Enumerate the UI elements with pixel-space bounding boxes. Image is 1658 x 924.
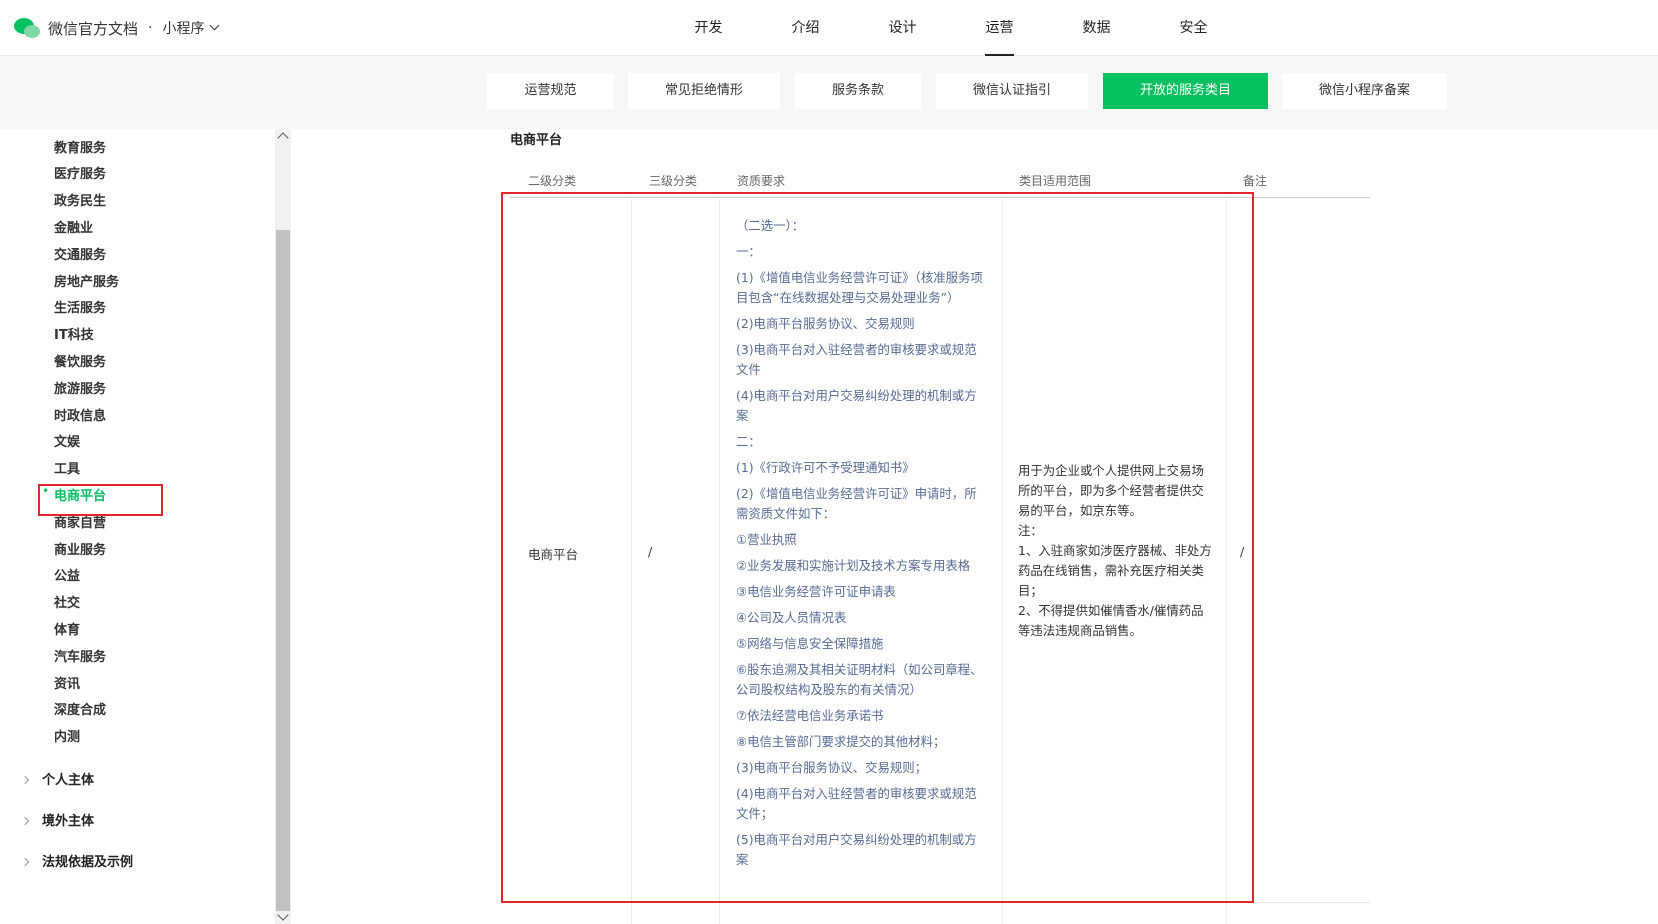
wechat-logo-icon [14,16,42,40]
active-item-highlight [38,484,163,516]
sidebar: 教育服务 医疗服务 政务民生 金融业 交通服务 房地产服务 生活服务 IT科技 … [0,129,275,924]
scroll-thumb[interactable] [276,230,290,911]
sidebar-item-tools[interactable]: 工具 [54,458,80,477]
sidebar-item-catering[interactable]: 餐饮服务 [54,351,106,370]
sidebar-item-entertainment[interactable]: 文娱 [54,431,80,450]
sidebar-scrollbar[interactable] [275,129,291,924]
product-switcher[interactable]: 小程序 [162,18,204,38]
sidebar-item-charity[interactable]: 公益 [54,565,80,584]
brand[interactable]: 微信官方文档 · 小程序 [14,14,220,42]
sidebar-item-auto[interactable]: 汽车服务 [54,646,106,665]
sidebar-item-social[interactable]: 社交 [54,592,80,611]
sidebar-item-education[interactable]: 教育服务 [54,137,106,156]
top-nav: 开发 介绍 设计 运营 数据 安全 [660,0,1242,56]
nav-data[interactable]: 数据 [1048,0,1145,56]
header-level2: 二级分类 [528,174,577,188]
sidebar-group-personal[interactable]: 个人主体 [20,769,95,788]
table-row-highlight [501,192,1254,903]
tab-service-categories[interactable]: 开放的服务类目 [1103,73,1268,109]
sidebar-item-transport[interactable]: 交通服务 [54,244,106,263]
nav-security[interactable]: 安全 [1145,0,1242,56]
sidebar-group-overseas[interactable]: 境外主体 [20,810,95,829]
tab-miniprogram-filing[interactable]: 微信小程序备案 [1282,73,1447,109]
sidebar-item-news[interactable]: 资讯 [54,673,80,692]
scroll-up-icon[interactable] [277,132,289,144]
sidebar-item-finance[interactable]: 金融业 [54,217,93,236]
nav-dev[interactable]: 开发 [660,0,757,56]
sidebar-group-label: 境外主体 [42,814,95,829]
top-header: 微信官方文档 · 小程序 开发 介绍 设计 运营 数据 安全 [0,0,1658,56]
sidebar-item-real-estate[interactable]: 房地产服务 [54,271,119,290]
section-title: 电商平台 [510,133,563,148]
sidebar-group-label: 个人主体 [42,773,95,788]
tab-verification-guide[interactable]: 微信认证指引 [936,73,1088,109]
nav-intro[interactable]: 介绍 [757,0,854,56]
tab-rejection-cases[interactable]: 常见拒绝情形 [628,73,780,109]
chevron-down-icon[interactable] [210,20,220,30]
sidebar-item-sports[interactable]: 体育 [54,619,80,638]
chevron-right-icon [20,816,30,826]
sidebar-item-deep-synthesis[interactable]: 深度合成 [54,699,106,718]
tab-operation-rules[interactable]: 运营规范 [487,73,614,109]
nav-operation[interactable]: 运营 [951,0,1048,56]
sidebar-item-politics[interactable]: 时政信息 [54,405,106,424]
header-scope: 类目适用范围 [1019,174,1092,188]
sidebar-group-regulations[interactable]: 法规依据及示例 [20,851,134,870]
sidebar-item-beta[interactable]: 内测 [54,726,80,745]
scroll-down-icon[interactable] [277,909,289,921]
header-remark: 备注 [1243,174,1268,188]
header-level3: 三级分类 [649,174,698,188]
sidebar-item-medical[interactable]: 医疗服务 [54,163,106,182]
sidebar-item-it[interactable]: IT科技 [54,324,94,343]
sidebar-item-travel[interactable]: 旅游服务 [54,378,106,397]
nav-design[interactable]: 设计 [854,0,951,56]
sidebar-item-business[interactable]: 商业服务 [54,539,106,558]
header-qualification: 资质要求 [737,174,786,188]
tab-terms-of-service[interactable]: 服务条款 [795,73,921,109]
chevron-right-icon [20,857,30,867]
chevron-right-icon [20,775,30,785]
sidebar-item-government[interactable]: 政务民生 [54,190,106,209]
site-title[interactable]: 微信官方文档 [48,18,138,39]
sub-nav: 运营规范 常见拒绝情形 服务条款 微信认证指引 开放的服务类目 微信小程序备案 [0,56,1658,129]
sidebar-group-label: 法规依据及示例 [42,855,134,870]
brand-separator: · [148,20,153,36]
sidebar-item-life[interactable]: 生活服务 [54,297,106,316]
